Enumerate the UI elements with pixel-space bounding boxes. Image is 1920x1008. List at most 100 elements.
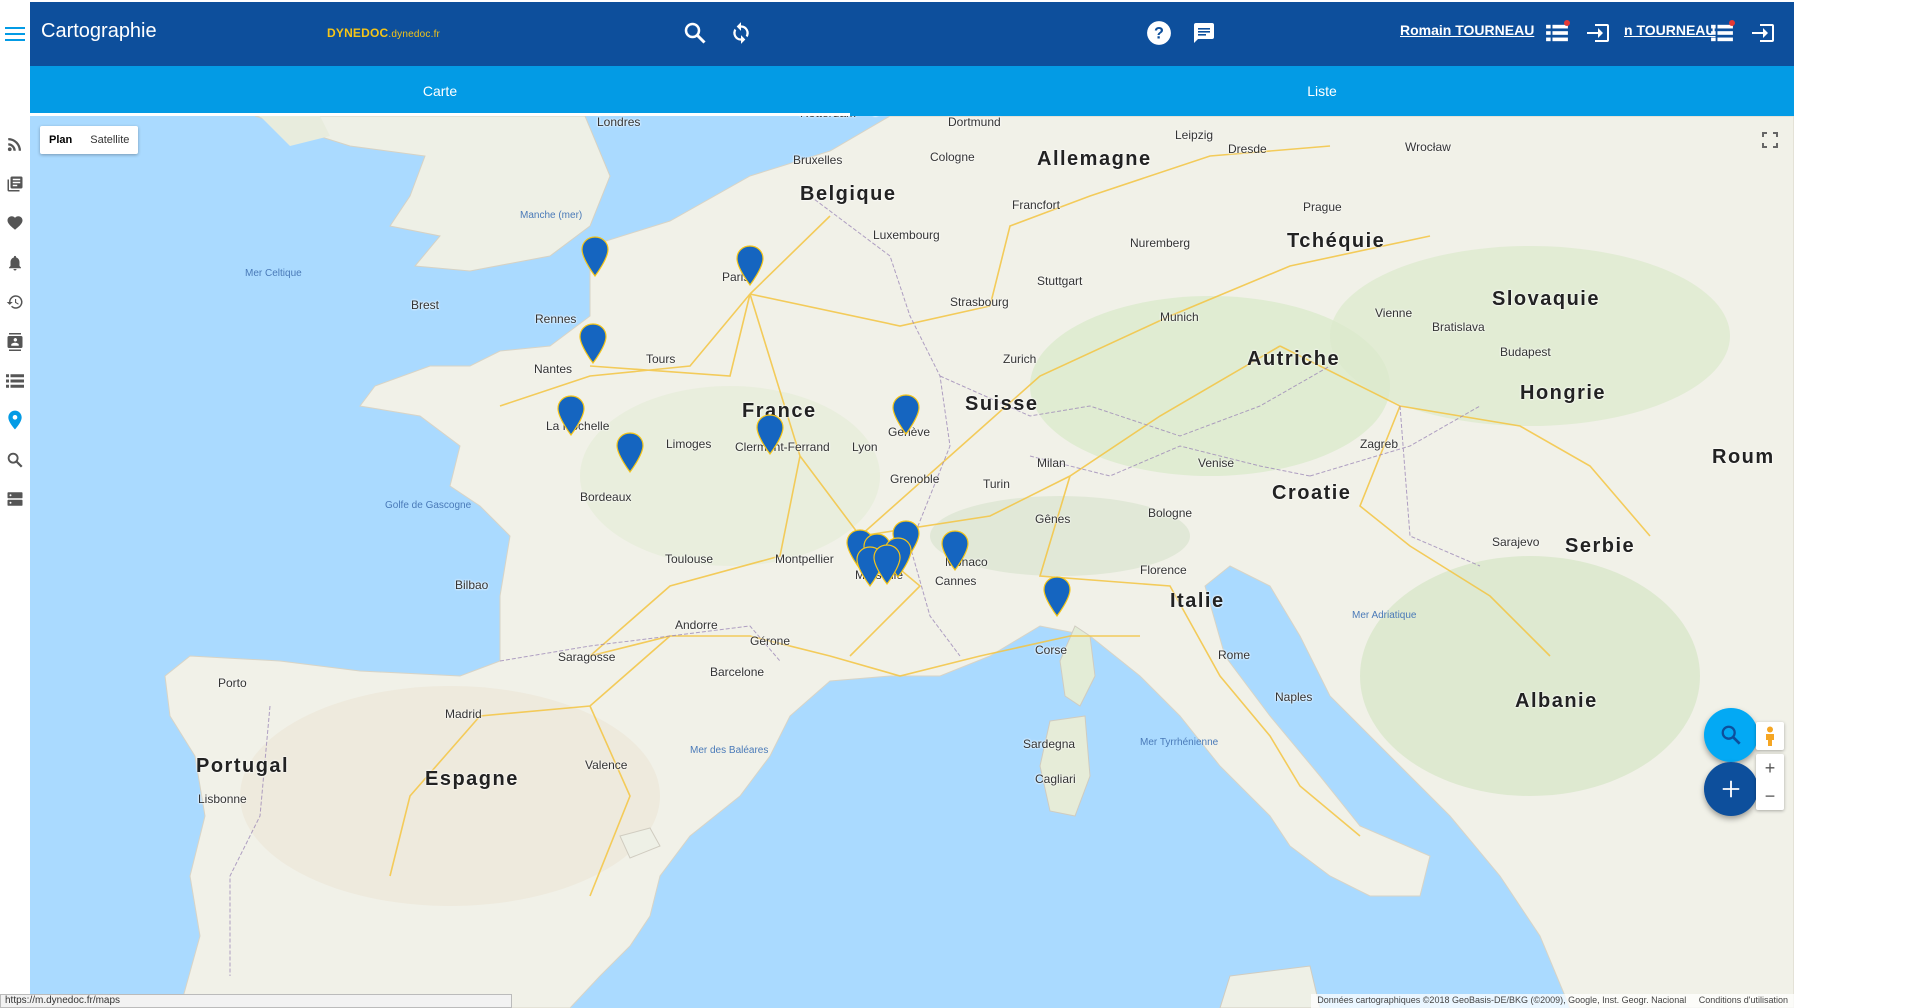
map-marker[interactable] xyxy=(580,236,610,278)
user-name-short-link[interactable]: n TOURNEAU xyxy=(1624,22,1716,38)
chat-icon[interactable] xyxy=(1189,18,1219,48)
city-label: Bordeaux xyxy=(580,490,632,504)
map-marker[interactable] xyxy=(872,544,902,586)
city-label: Dortmund xyxy=(948,116,1001,129)
country-label: Italie xyxy=(1170,590,1225,612)
city-label: Zagreb xyxy=(1360,437,1399,451)
city-label: Leipzig xyxy=(1175,128,1214,142)
country-label: Autriche xyxy=(1247,348,1341,370)
search-icon[interactable] xyxy=(680,18,710,48)
map-marker[interactable] xyxy=(755,414,785,456)
tab-carte[interactable]: Carte xyxy=(30,66,850,116)
country-label: Espagne xyxy=(425,768,519,790)
feed-icon[interactable] xyxy=(3,132,27,156)
app-root: Cartographie DYNEDOC.dynedoc.fr ? Romain… xyxy=(0,0,1920,1008)
city-label: Zurich xyxy=(1003,352,1037,366)
map-pin-icon xyxy=(1043,576,1071,617)
sea-label: Mer Adriatique xyxy=(1352,610,1417,621)
map-marker[interactable] xyxy=(578,323,608,365)
tab-liste[interactable]: Liste xyxy=(850,66,1794,116)
country-label: Portugal xyxy=(196,755,290,777)
city-label: Sardegna xyxy=(1023,737,1076,751)
city-label: Munich xyxy=(1160,310,1199,324)
fullscreen-icon[interactable] xyxy=(1756,126,1784,154)
country-label: Hongrie xyxy=(1520,382,1607,404)
country-label: Belgique xyxy=(800,183,897,205)
search-icon xyxy=(1721,725,1741,745)
login-icon-2[interactable] xyxy=(1748,18,1778,48)
city-label: Florence xyxy=(1140,563,1187,577)
zoom-in-button[interactable]: + xyxy=(1756,754,1784,782)
fab-search-button[interactable] xyxy=(1704,708,1758,762)
map-attribution: Données cartographiques ©2018 GeoBasis-D… xyxy=(1311,994,1794,1008)
map-pin-icon xyxy=(941,530,969,571)
city-label: Rome xyxy=(1218,648,1251,662)
city-label: Luxembourg xyxy=(873,228,940,242)
list-icon[interactable] xyxy=(3,369,27,393)
map-pin-icon xyxy=(557,395,585,436)
search-icon[interactable] xyxy=(3,448,27,472)
location-pin-icon[interactable] xyxy=(3,408,27,432)
country-label: Tchéquie xyxy=(1287,230,1386,252)
map-pin-icon xyxy=(892,394,920,435)
map-canvas[interactable]: Plan Satellite France Allemagne Italie Espa… xyxy=(30,116,1794,1008)
map-marker[interactable] xyxy=(891,394,921,436)
city-label: Grenoble xyxy=(890,472,940,486)
notification-badge-2 xyxy=(1729,20,1735,26)
map-marker[interactable] xyxy=(735,245,765,287)
city-label: Budapest xyxy=(1500,345,1551,359)
map-marker[interactable] xyxy=(556,395,586,437)
left-rail xyxy=(0,0,30,1008)
menu-icon[interactable] xyxy=(3,22,27,46)
login-icon[interactable] xyxy=(1583,18,1613,48)
city-label: Porto xyxy=(218,676,247,690)
city-label: Gênes xyxy=(1035,512,1071,526)
city-label: Bologne xyxy=(1148,506,1193,520)
refresh-icon[interactable] xyxy=(726,18,756,48)
map-type-satellite-button[interactable]: Satellite xyxy=(81,126,138,154)
city-label: Limoges xyxy=(666,437,712,451)
heart-icon[interactable] xyxy=(3,211,27,235)
city-label: Milan xyxy=(1037,456,1066,470)
city-label: Lyon xyxy=(852,440,878,454)
city-label: Saragosse xyxy=(558,650,616,664)
browser-status-url: https://m.dynedoc.fr/maps xyxy=(0,994,512,1008)
country-label: Slovaquie xyxy=(1492,288,1600,310)
city-label: Francfort xyxy=(1012,198,1061,212)
history-icon[interactable] xyxy=(3,290,27,314)
map-type-plan-button[interactable]: Plan xyxy=(40,126,81,154)
city-label: Naples xyxy=(1275,690,1313,704)
country-label: Suisse xyxy=(965,393,1039,415)
city-label: Toulouse xyxy=(665,552,714,566)
city-label: Vienne xyxy=(1375,306,1413,320)
fab-add-button[interactable] xyxy=(1704,762,1758,816)
map-marker[interactable] xyxy=(940,530,970,572)
help-icon[interactable]: ? xyxy=(1144,18,1174,48)
tab-carte-label: Carte xyxy=(422,83,458,99)
map-marker[interactable] xyxy=(1042,576,1072,618)
city-label: Dresde xyxy=(1228,142,1267,156)
city-label: Wrocław xyxy=(1405,140,1451,154)
sea-label: Mer Celtique xyxy=(245,268,302,279)
sea-label: Golfe de Gascogne xyxy=(385,500,472,511)
notifications-list-icon[interactable] xyxy=(1542,18,1572,48)
storage-icon[interactable] xyxy=(3,487,27,511)
map-pin-icon xyxy=(579,323,607,364)
city-label: Brest xyxy=(411,298,440,312)
city-label: Andorre xyxy=(675,618,718,632)
terms-link[interactable]: Conditions d'utilisation xyxy=(1699,995,1788,1005)
city-label: Nantes xyxy=(534,362,573,376)
notifications-list-icon-2[interactable] xyxy=(1707,18,1737,48)
contacts-icon[interactable] xyxy=(3,330,27,354)
country-label: Serbie xyxy=(1565,535,1636,557)
map-pin-icon xyxy=(616,432,644,473)
street-view-pegman-icon[interactable] xyxy=(1756,722,1784,750)
notification-badge xyxy=(1564,20,1570,26)
map-marker[interactable] xyxy=(615,432,645,474)
library-icon[interactable] xyxy=(3,172,27,196)
city-label: Sarajevo xyxy=(1492,535,1540,549)
bell-icon[interactable] xyxy=(3,251,27,275)
zoom-out-button[interactable]: − xyxy=(1756,782,1784,810)
map-type-control: Plan Satellite xyxy=(40,126,139,154)
user-name-link[interactable]: Romain TOURNEAU xyxy=(1400,22,1534,38)
